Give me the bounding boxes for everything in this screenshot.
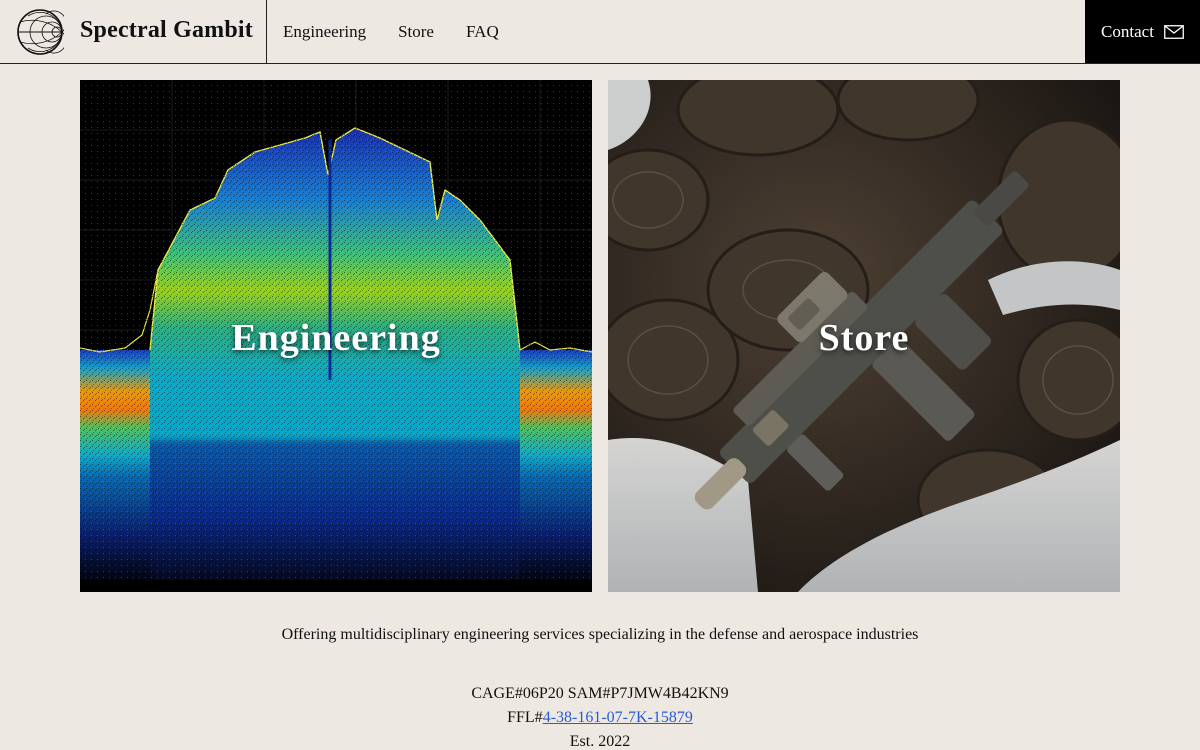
main-nav: Engineering Store FAQ (283, 0, 531, 63)
engineering-tile-label: Engineering (231, 317, 441, 359)
ffl-prefix: FFL# (507, 709, 543, 726)
brand-home-link[interactable]: Spectral Gambit (0, 0, 267, 63)
smith-chart-logo-icon (17, 9, 64, 55)
cage-sam-line: CAGE#06P20 SAM#P7JMW4B42KN9 (471, 685, 729, 702)
ffl-line: FFL#4-38-161-07-7K-15879 (0, 706, 1200, 730)
company-tagline: Offering multidisciplinary engineering s… (281, 626, 919, 643)
brand-name[interactable]: Spectral Gambit (80, 17, 253, 44)
contact-label: Contact (1101, 21, 1154, 41)
ffl-number-link[interactable]: 4-38-161-07-7K-15879 (543, 709, 693, 726)
mail-icon (1164, 24, 1184, 39)
nav-engineering-link[interactable]: Engineering (283, 22, 366, 42)
store-tile[interactable]: Store (608, 80, 1120, 592)
company-identifiers: CAGE#06P20 SAM#P7JMW4B42KN9 FFL#4-38-161… (0, 682, 1200, 750)
engineering-tile[interactable]: Engineering (80, 80, 592, 592)
nav-faq-link[interactable]: FAQ (466, 22, 499, 42)
contact-button[interactable]: Contact (1085, 0, 1200, 63)
nav-store-link[interactable]: Store (398, 22, 434, 42)
established-line: Est. 2022 (569, 733, 631, 750)
site-header: Spectral Gambit Engineering Store FAQ Co… (0, 0, 1200, 64)
store-tile-label: Store (818, 317, 910, 359)
